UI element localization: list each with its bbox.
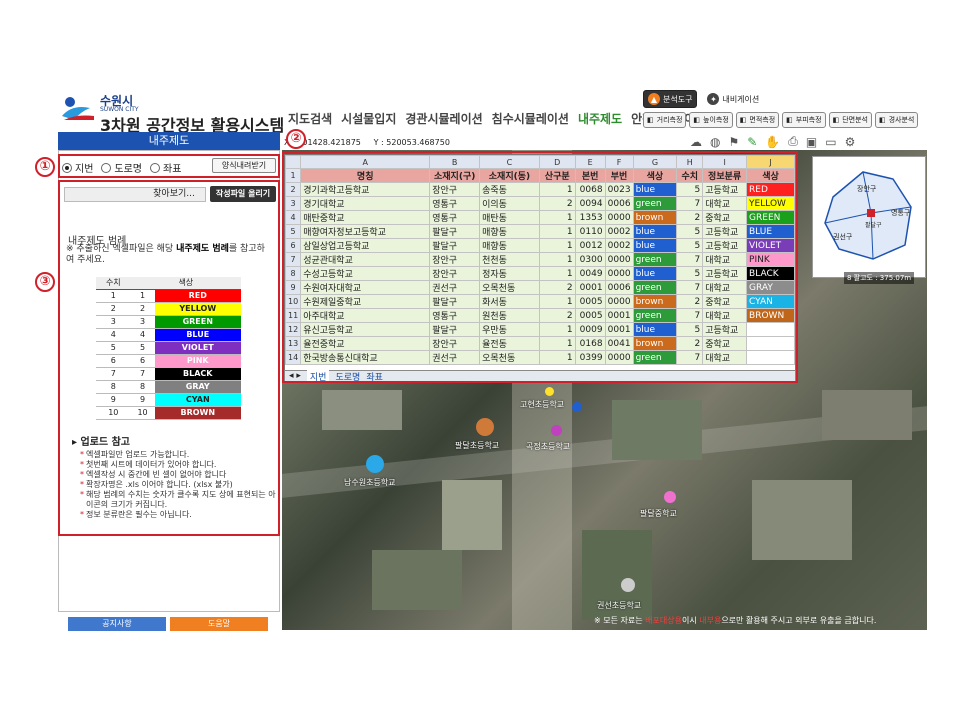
nav-item[interactable]: 침수시뮬레이션 <box>492 110 569 127</box>
analysis-tool-label: 분석도구 <box>663 94 693 104</box>
map-disclaimer: ※ 모든 자료는 배포대상용이시 내부용으로만 활용해 주시고 외부로 유출을 … <box>594 615 876 626</box>
measure-tool-label: 거리측정 <box>656 116 683 124</box>
suwon-logo-icon <box>62 97 94 120</box>
navigation-button[interactable]: ✦ 내비게이션 <box>703 91 763 107</box>
measure-tool-button[interactable]: ◧ 거리측정 <box>643 112 687 128</box>
measure-tool-label: 부피측정 <box>795 116 822 124</box>
nav-item[interactable]: 경관시뮬레이션 <box>405 110 482 127</box>
minimap-label-yeongtong: 영통구 <box>891 208 911 217</box>
coordinate-readout: X : 201428.421875 Y : 520053.468750 <box>284 138 450 147</box>
measure-tool-icon: ◧ <box>832 116 840 124</box>
disclaimer-red-2: 내부용 <box>699 616 722 625</box>
map-toolbar: ☁ ◍ ⚑ ✎ ✋ ⎙ ▣ ▭ ⚙ <box>690 134 855 149</box>
nav-item[interactable]: 내주제도 <box>578 110 622 127</box>
map-pin-brown[interactable] <box>476 418 494 436</box>
analysis-icon: ▲ <box>648 93 660 105</box>
measure-tool-label: 면적측정 <box>749 116 776 124</box>
annotation-box-2 <box>282 151 798 383</box>
measure-tool-button[interactable]: ◧ 경사분석 <box>874 112 919 128</box>
map-pin-gray[interactable] <box>621 578 635 592</box>
measure-tool-icon: ◧ <box>786 116 793 124</box>
place-label: 남수원초등학교 <box>344 478 396 487</box>
place-label: 곡정초등학교 <box>526 442 571 451</box>
place-label: 권선초등학교 <box>597 601 642 610</box>
measure-tool-button[interactable]: ◧ 부피측정 <box>782 112 826 128</box>
globe-icon[interactable]: ◍ <box>710 135 720 149</box>
annotation-badge-1: ① <box>35 157 55 177</box>
print-icon[interactable]: ⎙ <box>788 134 798 149</box>
disclaimer-mid: 이시 <box>681 616 700 625</box>
walk-icon[interactable]: ⚑ <box>728 135 739 149</box>
map-pin-yellow[interactable] <box>545 387 554 396</box>
navigation-label: 내비게이션 <box>722 94 760 104</box>
place-label: 고현초등학교 <box>520 400 565 409</box>
annotation-badge-3: ③ <box>35 272 55 292</box>
x-value: 201428.421875 <box>297 138 361 147</box>
window-icon[interactable]: ▭ <box>825 135 836 149</box>
minimap-svg: 장안구 영통구 권선구 팔달구 <box>824 171 912 260</box>
weather-icon[interactable]: ☁ <box>690 135 702 149</box>
scale-readout: 8 팔고도 : 375.07m <box>844 272 915 284</box>
measure-tool-icon: ◧ <box>693 116 701 124</box>
minimap-label-paldal: 팔달구 <box>865 221 882 229</box>
settings-icon[interactable]: ⚙ <box>845 135 856 149</box>
panel-title: 내주제도 <box>58 132 280 150</box>
map-pin-pink[interactable] <box>664 491 676 503</box>
place-label: 팔달중학교 <box>640 509 677 518</box>
nav-item[interactable]: 지도검색 <box>288 110 332 127</box>
help-button[interactable]: 도움말 <box>170 617 268 631</box>
measure-tool-label: 단면분석 <box>842 116 868 124</box>
top-right-tools: ▲ 분석도구 ✦ 내비게이션 <box>643 90 763 108</box>
annotation-box-3 <box>58 180 280 536</box>
map-pin-violet[interactable] <box>551 425 562 436</box>
annotation-box-1 <box>58 154 280 178</box>
measure-tool-label: 경사분석 <box>888 116 915 124</box>
measure-tool-icon: ◧ <box>647 116 654 124</box>
place-label: 팔달초등학교 <box>455 441 500 450</box>
minimap-label-jangan: 장안구 <box>857 184 877 193</box>
analysis-tool-button[interactable]: ▲ 분석도구 <box>643 90 698 108</box>
notice-button[interactable]: 공지사항 <box>68 617 166 631</box>
measure-tool-icon: ◧ <box>878 116 886 124</box>
y-label: Y <box>373 138 379 147</box>
measure-tool-icon: ◧ <box>739 116 747 124</box>
compass-icon: ✦ <box>707 93 720 105</box>
disclaimer-red-1: 배포대상용 <box>645 616 682 625</box>
annotation-badge-2: ② <box>286 129 306 149</box>
measure-toolbar: ◧ 거리측정 ◧ 높이측정 ◧ 면적측정 ◧ 부피측정 ◧ 단면분석 ◧ 경사분석 <box>643 112 919 128</box>
measure-tool-button[interactable]: ◧ 높이측정 <box>689 112 733 128</box>
map-pin-blue[interactable] <box>572 402 582 412</box>
measure-tool-label: 높이측정 <box>703 116 729 124</box>
map-pin-cyan[interactable] <box>366 455 384 473</box>
app-logo[interactable]: 수원시 SUWON CITY 3차원 공간정보 활용시스템 <box>60 92 290 135</box>
pan-icon[interactable]: ✋ <box>765 135 780 149</box>
draw-icon[interactable]: ✎ <box>747 135 757 149</box>
measure-tool-button[interactable]: ◧ 면적측정 <box>735 112 780 128</box>
nav-item[interactable]: 시설물입지 <box>341 110 396 127</box>
disclaimer-post: 으로만 활용해 주시고 외부로 유출을 금합니다. <box>721 616 877 625</box>
measure-tool-button[interactable]: ◧ 단면분석 <box>828 112 872 128</box>
y-value: 520053.468750 <box>386 138 450 147</box>
minimap-label-gwonseon: 권선구 <box>833 232 853 241</box>
image-icon[interactable]: ▣ <box>806 135 817 149</box>
overview-minimap[interactable]: 장안구 영통구 권선구 팔달구 <box>812 156 926 278</box>
disclaimer-pre: ※ 모든 자료는 <box>594 616 646 625</box>
